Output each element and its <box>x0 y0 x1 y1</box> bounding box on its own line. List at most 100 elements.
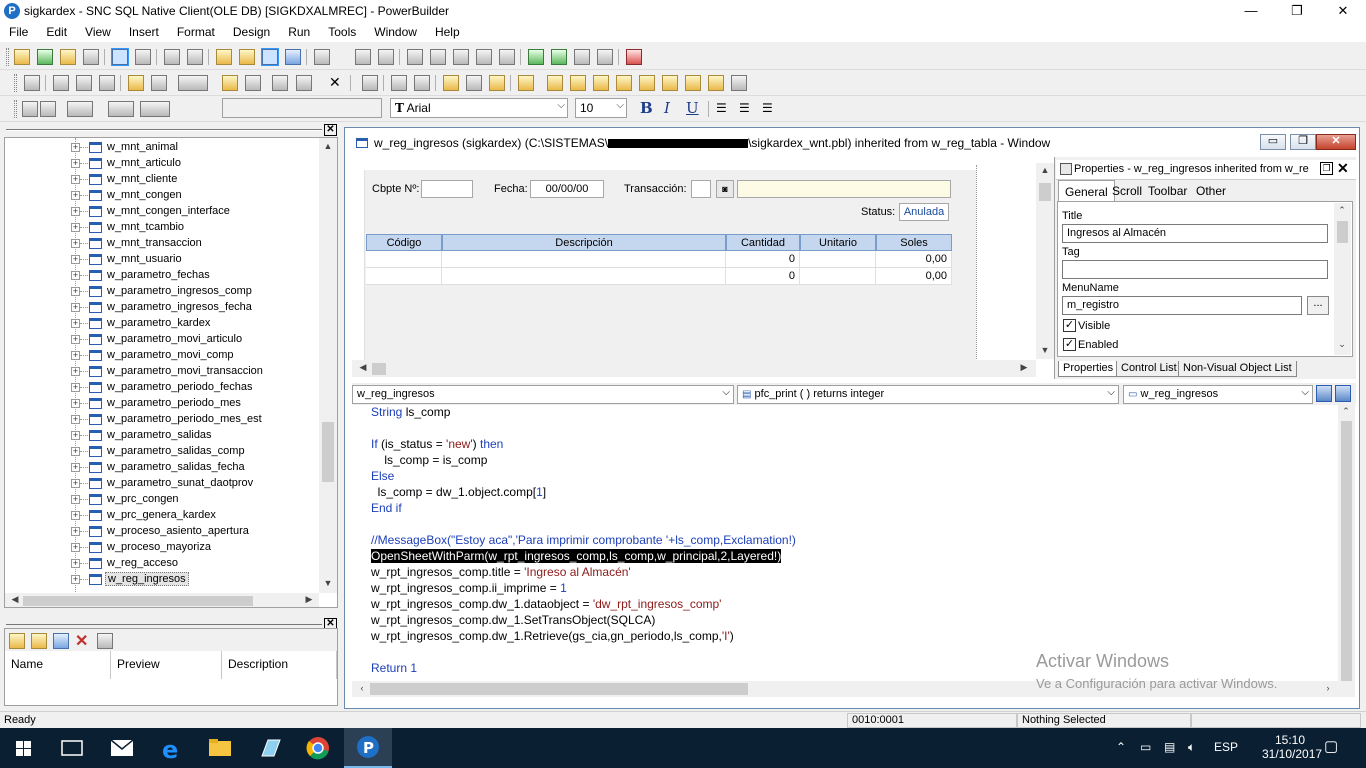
transaccion-field[interactable] <box>691 180 711 198</box>
align-left-icon[interactable]: ☰ <box>716 101 727 115</box>
tree-item[interactable]: + w_mnt_usuario <box>71 252 321 268</box>
font-size-combo[interactable]: 10 ⌵ <box>575 98 627 118</box>
script-view-icon[interactable] <box>285 49 301 65</box>
panel-grip[interactable] <box>6 129 322 131</box>
cut-icon[interactable] <box>53 75 69 91</box>
tab-non-visual-object-list[interactable]: Non-Visual Object List <box>1178 361 1297 377</box>
tree-item[interactable]: + w_reg_acceso <box>71 556 321 572</box>
paste-icon[interactable] <box>99 75 115 91</box>
expand-icon[interactable]: + <box>71 287 80 296</box>
ancestor-combo[interactable]: ▭ w_reg_ingresos ⌵ <box>1123 385 1313 404</box>
chrome-browser-icon[interactable] <box>294 728 342 768</box>
scroll-left-icon[interactable]: ◀ <box>355 362 371 373</box>
tree-item[interactable]: + w_parametro_movi_transaccion <box>71 364 321 380</box>
align-center-icon[interactable]: ☰ <box>739 101 750 115</box>
expand-icon[interactable]: + <box>71 575 80 584</box>
expand-icon[interactable]: + <box>71 415 80 424</box>
tab-other[interactable]: Other <box>1190 180 1232 202</box>
new-icon[interactable] <box>14 49 30 65</box>
tree-item[interactable]: + w_parametro_salidas_fecha <box>71 460 321 476</box>
db-admin-icon[interactable] <box>378 49 394 65</box>
underline-button[interactable]: U <box>686 99 699 117</box>
database-icon[interactable] <box>355 49 371 65</box>
expand-icon[interactable]: + <box>71 431 80 440</box>
tree-item[interactable]: + w_reg_ingresos <box>71 572 321 588</box>
scroll-down-icon[interactable]: ⌄ <box>1334 339 1350 350</box>
grid-header-codigo[interactable]: Código <box>366 234 442 251</box>
select-run-icon[interactable] <box>597 49 613 65</box>
table-row[interactable]: 0 0,00 <box>366 268 952 285</box>
file-explorer-icon[interactable] <box>196 728 244 768</box>
browser-icon[interactable] <box>135 49 151 65</box>
tree-item[interactable]: + w_parametro_periodo_mes <box>71 396 321 412</box>
align-right-icon[interactable]: ☰ <box>762 101 773 115</box>
fecha-field[interactable]: 00/00/00 <box>530 180 604 198</box>
mdi-restore-button[interactable]: ❐ <box>1290 134 1316 150</box>
expand-icon[interactable]: + <box>71 479 80 488</box>
tree-item[interactable]: + w_parametro_movi_comp <box>71 348 321 364</box>
library-painter-icon[interactable] <box>111 48 129 66</box>
binary2-icon[interactable] <box>430 49 446 65</box>
expand-icon[interactable]: + <box>71 239 80 248</box>
exit-icon[interactable] <box>626 49 642 65</box>
tool4-icon[interactable] <box>616 75 632 91</box>
scroll-left-icon[interactable]: ‹ <box>354 683 370 693</box>
tree-item[interactable]: + w_mnt_articulo <box>71 156 321 172</box>
redo-icon[interactable] <box>151 75 167 91</box>
find-icon[interactable] <box>518 75 534 91</box>
grid-header-unitario[interactable]: Unitario <box>800 234 876 251</box>
tree-item[interactable]: + w_parametro_salidas_comp <box>71 444 321 460</box>
paint-dropdown-icon[interactable] <box>140 101 170 117</box>
comment-icon[interactable] <box>391 75 407 91</box>
tree-item[interactable]: + w_parametro_fechas <box>71 268 321 284</box>
truck-icon[interactable] <box>453 49 469 65</box>
bookmark-icon[interactable] <box>443 75 459 91</box>
maximize-icon[interactable]: ❐ <box>1320 162 1333 175</box>
object-combo[interactable]: w_reg_ingresos ⌵ <box>352 385 734 404</box>
minimize-button[interactable]: — <box>1228 0 1274 22</box>
debug2-icon[interactable] <box>551 49 567 65</box>
dbprofile-icon[interactable] <box>314 49 330 65</box>
cbpte-field[interactable] <box>421 180 473 198</box>
preview-icon[interactable] <box>83 49 99 65</box>
package-icon[interactable] <box>476 49 492 65</box>
scroll-up-icon[interactable]: ▲ <box>320 141 336 151</box>
menu-help[interactable]: Help <box>426 22 469 39</box>
tree-item[interactable]: + w_parametro_ingresos_comp <box>71 284 321 300</box>
menu-view[interactable]: View <box>76 22 120 39</box>
size-icon[interactable] <box>272 75 288 91</box>
close-button[interactable]: ✕ <box>1320 0 1366 22</box>
undo-icon[interactable] <box>128 75 144 91</box>
notifications-icon[interactable]: ▢ <box>1324 737 1338 755</box>
tree-vertical-scrollbar[interactable]: ▲ ▼ <box>319 138 337 593</box>
scroll-down-icon[interactable]: ▼ <box>1037 345 1053 355</box>
build-icon[interactable] <box>164 49 180 65</box>
scroll-up-icon[interactable]: ▲ <box>1037 165 1053 175</box>
tool5-icon[interactable] <box>639 75 655 91</box>
editor-vertical-scrollbar[interactable]: ⌃ <box>1338 405 1355 697</box>
tree-horizontal-scrollbar[interactable]: ◀ ▶ <box>5 593 319 607</box>
column-name[interactable]: Name <box>5 651 111 679</box>
expand-icon[interactable]: + <box>71 543 80 552</box>
align-icon[interactable] <box>245 75 261 91</box>
space-icon[interactable] <box>296 75 312 91</box>
menu-run[interactable]: Run <box>279 22 319 39</box>
tree-item[interactable]: + w_mnt_tcambio <box>71 220 321 236</box>
grid-header-cantidad[interactable]: Cantidad <box>726 234 800 251</box>
tool6-icon[interactable] <box>662 75 678 91</box>
package2-icon[interactable] <box>499 49 515 65</box>
expand-icon[interactable]: + <box>71 367 80 376</box>
delete-icon[interactable]: ✕ <box>75 631 88 651</box>
properties-icon[interactable] <box>53 633 69 649</box>
tab-properties[interactable]: Properties <box>1058 361 1119 377</box>
scroll-right-icon[interactable]: ▶ <box>301 594 317 605</box>
start-button[interactable] <box>0 728 48 768</box>
font-name-combo[interactable]: T Arial ⌵ <box>390 98 568 118</box>
menu-format[interactable]: Format <box>168 22 224 39</box>
chevron-up-icon[interactable]: ⌃ <box>1116 740 1126 754</box>
tool1-icon[interactable] <box>547 75 563 91</box>
language-indicator[interactable]: ESP <box>1214 740 1238 754</box>
tab-order-icon[interactable] <box>222 75 238 91</box>
mdi-close-button[interactable]: ✕ <box>1316 134 1356 150</box>
expand-icon[interactable]: + <box>71 271 80 280</box>
